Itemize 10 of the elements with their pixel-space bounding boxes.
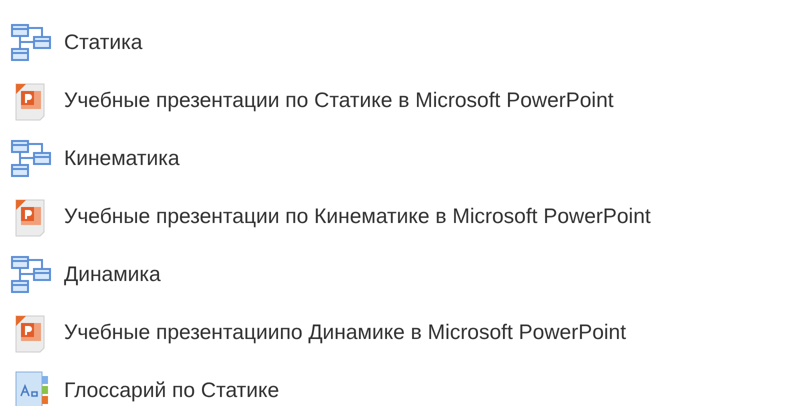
hierarchy-icon (10, 23, 52, 63)
hierarchy-icon (10, 255, 52, 295)
item-link[interactable]: Кинематика (64, 147, 180, 171)
item-link[interactable]: Динамика (64, 263, 161, 287)
item-link[interactable]: Глоссарий по Статике (64, 379, 280, 403)
hierarchy-icon (10, 139, 52, 179)
item-link[interactable]: Статика (64, 31, 142, 55)
item-link[interactable]: Учебные презентации по Кинематике в Microsoft PowerPoint (64, 205, 651, 229)
item-link[interactable]: Учебные презентациипо Динамике в Microsoft PowerPoint (64, 321, 626, 345)
item-link[interactable]: Учебные презентации по Статике в Microsoft PowerPoint (64, 89, 614, 113)
